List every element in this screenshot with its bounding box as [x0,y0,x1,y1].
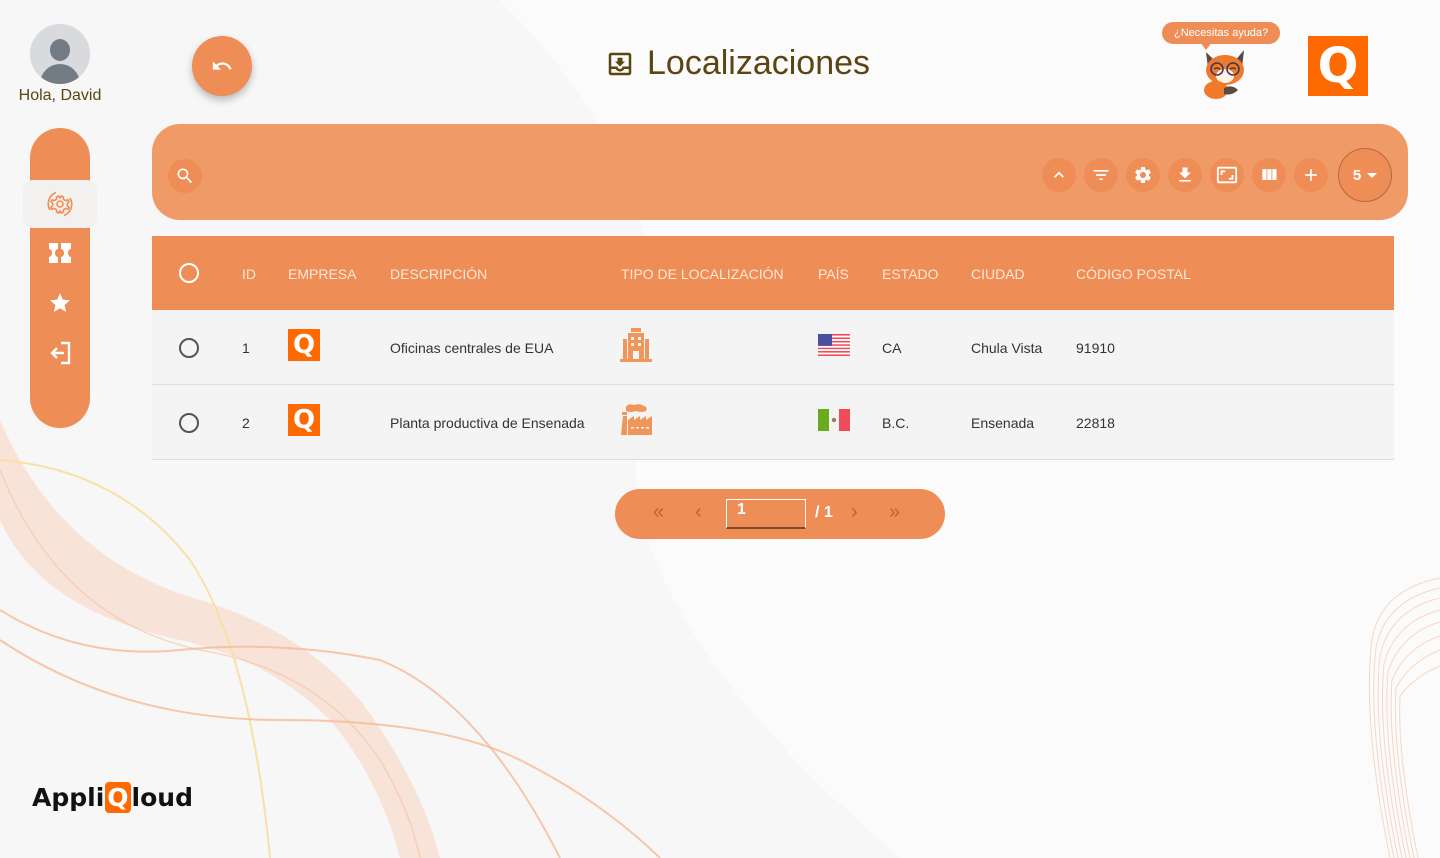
select-all-radio[interactable] [179,263,199,283]
cell-codigo-postal: 91910 [1076,340,1115,356]
company-logo: Q [288,329,320,361]
company-logo-letter: Q [292,405,316,435]
row-select-radio[interactable] [179,413,199,433]
search-button[interactable] [168,159,202,193]
avatar-head [50,39,70,61]
column-header-codigo-postal[interactable]: CÓDIGO POSTAL [1076,266,1191,282]
gear-cycle-icon [47,191,73,217]
company-logo: Q [288,404,320,436]
column-header-id[interactable]: ID [242,266,256,282]
search-icon [177,168,193,184]
locations-table: ID EMPRESA DESCRIPCIÓN TIPO DE LOCALIZAC… [152,236,1394,460]
columns-button[interactable] [1252,158,1286,192]
appliqloud-logo: Appli Q loud [32,782,193,813]
cell-estado: CA [882,340,902,356]
download-button[interactable] [1168,158,1202,192]
cell-id: 2 [242,415,250,431]
help-assistant[interactable]: ¿Necesitas ayuda? [1162,22,1288,102]
logo-suffix: loud [131,783,193,812]
page-number-input[interactable] [726,499,806,529]
company-logo-letter: Q [292,330,316,360]
add-button[interactable] [1294,158,1328,192]
table-row[interactable]: 1 Q Oficinas centrales de EUA CA Chula V… [152,310,1394,385]
sidebar-item-logout[interactable] [30,333,90,373]
pagination: « ‹ / 1 › » [615,489,945,539]
factory-icon [621,404,652,435]
column-header-tipo[interactable]: TIPO DE LOCALIZACIÓN [621,266,784,282]
brand-logo-letter: Q [1317,38,1359,94]
column-header-estado[interactable]: ESTADO [882,266,939,282]
caret-down-icon [1367,172,1378,178]
column-header-ciudad[interactable]: CIUDAD [971,266,1025,282]
cell-descripcion: Oficinas centrales de EUA [390,340,554,356]
chevron-up-icon [1054,171,1064,178]
brand-logo: Q [1308,36,1368,96]
download-icon [1179,167,1191,182]
toolbar-actions: 5 [1042,148,1392,202]
back-button[interactable] [192,36,252,96]
table-toolbar: 5 [152,124,1408,220]
undo-icon [212,61,232,70]
table-row[interactable]: 2 Q Planta productiva de Ensenada B.C. E… [152,385,1394,460]
cell-codigo-postal: 22818 [1076,415,1115,431]
user-greeting: Hola, David [18,87,102,104]
sidebar-item-processes[interactable] [23,180,97,228]
column-header-pais[interactable]: PAÍS [818,266,849,282]
user-profile[interactable]: Hola, David [14,24,106,105]
next-page-button[interactable]: › [851,502,858,522]
total-pages-label: / 1 [815,504,833,521]
columns-icon [1262,169,1277,180]
fullscreen-button[interactable] [1210,158,1244,192]
cell-ciudad: Ensenada [971,415,1035,431]
previous-page-button[interactable]: ‹ [695,502,702,522]
plus-icon [1305,169,1317,181]
cell-estado: B.C. [882,415,910,431]
mx-flag-icon [818,409,850,431]
filter-button[interactable] [1084,158,1118,192]
building-icon [620,328,652,362]
filter-icon [1093,170,1109,180]
sidebar-item-modules[interactable] [30,233,90,273]
page-size-select[interactable]: 5 [1338,148,1392,202]
page-title: Localizaciones [605,44,870,83]
collapse-button[interactable] [1042,158,1076,192]
page-size-value: 5 [1352,166,1362,184]
sidebar [23,128,97,428]
cell-descripcion: Planta productiva de Ensenada [390,415,585,431]
star-icon [50,293,70,312]
column-header-empresa[interactable]: EMPRESA [288,266,356,282]
row-select-radio[interactable] [179,338,199,358]
fullscreen-icon [1216,166,1238,184]
avatar[interactable] [30,24,90,84]
avatar-body [40,64,80,84]
fox-mascot-icon [1204,50,1244,99]
table-header: ID EMPRESA DESCRIPCIÓN TIPO DE LOCALIZAC… [152,236,1394,310]
logout-icon [50,341,71,365]
ticket-icon [49,243,71,263]
us-flag-icon [818,334,850,356]
logo-prefix: Appli [32,783,105,812]
settings-button[interactable] [1126,158,1160,192]
sidebar-item-favorites[interactable] [30,283,90,323]
column-header-descripcion[interactable]: DESCRIPCIÓN [390,266,487,282]
last-page-button[interactable]: » [889,502,900,522]
page-title-text: Localizaciones [647,44,871,82]
cell-ciudad: Chula Vista [971,340,1043,356]
inbox-download-icon [608,52,632,75]
cell-id: 1 [242,340,250,356]
logo-q: Q [105,782,131,813]
first-page-button[interactable]: « [653,502,664,522]
gear-icon [1135,167,1151,183]
help-bubble[interactable]: ¿Necesitas ayuda? [1162,22,1281,44]
